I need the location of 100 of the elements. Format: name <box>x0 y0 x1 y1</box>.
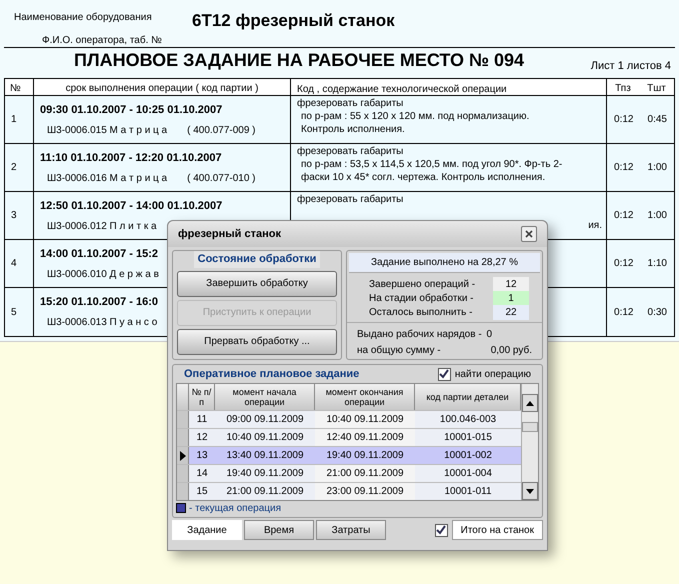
action-button[interactable]: Прервать обработку ... <box>177 328 337 354</box>
tab[interactable]: Задание <box>172 520 242 540</box>
column-header: № <box>5 79 34 95</box>
operation-period: 14:00 01.10.2007 - 15:2 <box>40 247 158 262</box>
issued-label: Выдано рабочих нарядов - <box>357 328 482 342</box>
counter-value: 12 <box>493 276 529 292</box>
row-selector[interactable] <box>177 447 189 464</box>
close-icon <box>525 230 533 238</box>
action-button[interactable]: Завершить обработку <box>177 270 337 296</box>
batch-code: ( 400.077-009 ) <box>187 124 256 138</box>
total-button[interactable]: Итого на станок <box>452 520 543 540</box>
counter-label: На стадии обработки - <box>369 292 475 306</box>
part-name: Ш3-0006.016 М а т р и ц а <box>47 172 168 186</box>
part-name: Ш3-0006.015 М а т р и ц а <box>47 124 168 138</box>
piece-time: 1:10 <box>648 257 667 271</box>
grid-row[interactable]: 14 19:40 09.11.2009 21:00 09.11.2009 10001-004 <box>177 464 521 482</box>
row-number: 3 <box>11 209 17 223</box>
grid-cell: 10:40 09.11.2009 <box>315 411 415 428</box>
group-title: Оперативное плановое задание <box>183 366 360 382</box>
tab[interactable]: Время <box>244 520 314 540</box>
tab[interactable]: Затраты <box>316 520 386 540</box>
row-number: 1 <box>11 113 17 127</box>
up-arrow-icon[interactable] <box>526 400 534 406</box>
grid-cell-text: 10001-002 <box>443 449 493 463</box>
grid-cell: 21:00 09.11.2009 <box>315 465 415 482</box>
piece-time: 0:30 <box>648 306 667 320</box>
grid-cell-text: 14 <box>195 467 209 481</box>
column-header: Тшт <box>647 82 666 95</box>
operation-text: фрезеровать габариты <box>297 145 404 158</box>
equipment-label: Наименование оборудования <box>14 11 153 25</box>
operation-text: ия. <box>588 219 602 232</box>
progress-text: Задание выполнено на 28,27 % <box>349 253 540 273</box>
down-arrow-icon[interactable] <box>526 488 534 494</box>
grid-row[interactable]: 11 09:00 09.11.2009 10:40 09.11.2009 100.046-003 <box>177 410 521 428</box>
grid-row[interactable]: 12 10:40 09.11.2009 12:40 09.11.2009 10001-015 <box>177 428 521 446</box>
grid-row[interactable]: 13 13:40 09.11.2009 19:40 09.11.2009 10001-002 <box>177 446 521 464</box>
grid-cell: 12:40 09.11.2009 <box>315 429 415 446</box>
grid-cell-text: 100.046-003 <box>438 413 498 427</box>
column-header: Код , содержание технологической операции <box>291 79 607 95</box>
grid-cell-text: 21:00 09.11.2009 <box>225 485 305 499</box>
issued-value: 0,00 руб. <box>490 344 532 358</box>
grid-cell-text: 19:40 09.11.2009 <box>325 449 405 463</box>
scrollbar[interactable] <box>521 384 538 500</box>
grid-cell-text: 10:40 09.11.2009 <box>225 431 305 445</box>
grid-cell-text: 10001-011 <box>443 485 493 499</box>
grid-cell: 23:00 09.11.2009 <box>315 483 415 500</box>
setup-time: 0:12 <box>614 257 634 271</box>
grid-cell-text: 15 <box>195 485 209 499</box>
grid-cell-text: 13:40 09.11.2009 <box>225 449 305 463</box>
column-header: Тпз <box>615 82 631 95</box>
scroll-thumb[interactable] <box>522 422 538 432</box>
setup-time: 0:12 <box>614 161 634 175</box>
window-title: фрезерный станок <box>178 226 281 242</box>
grid-cell-text: 10001-004 <box>443 467 493 481</box>
operator-label: Ф.И.О. оператора, таб. № <box>41 34 163 48</box>
row-number: 2 <box>11 161 17 175</box>
counter-value: 22 <box>493 304 529 320</box>
row-number: 5 <box>11 306 17 320</box>
piece-time: 1:00 <box>648 209 667 223</box>
operation-period: 11:10 01.10.2007 - 12:20 01.10.2007 <box>40 151 222 166</box>
operation-period: 12:50 01.10.2007 - 14:00 01.10.2007 <box>40 199 222 214</box>
column-header: срок выполнения операции ( код партии ) <box>34 79 291 95</box>
counter-value: 1 <box>493 290 529 306</box>
piece-time: 0:45 <box>648 113 667 127</box>
operation-text: по р-рам : 55 х 120 х 120 мм. под нормализацию. <box>300 110 530 123</box>
grid-cell-text: 19:40 09.11.2009 <box>225 467 305 481</box>
grid-cell-text: 13 <box>195 449 209 463</box>
row-pointer-icon <box>180 450 186 460</box>
operation-text: Контроль исполнения. <box>300 123 406 136</box>
counter-label: Завершено операций - <box>369 278 476 292</box>
grid-row[interactable]: 15 21:00 09.11.2009 23:00 09.11.2009 10001-011 <box>177 482 521 500</box>
checkbox[interactable] <box>434 524 448 536</box>
grid-cell-text: 10001-015 <box>443 431 493 445</box>
operation-period: 09:30 01.10.2007 - 10:25 01.10.2007 <box>40 103 222 118</box>
sheet-number: Лист 1 листов 4 <box>590 58 671 74</box>
setup-time: 0:12 <box>614 209 634 223</box>
row-number: 4 <box>11 257 17 271</box>
setup-time: 0:12 <box>614 113 634 127</box>
operation-period: 15:20 01.10.2007 - 16:0 <box>40 295 158 310</box>
operation-text: по р-рам : 53,5 х 114,5 х 120,5 мм. под угол 90*. Фр-ть 2- <box>300 158 564 171</box>
batch-code: ( 400.077-010 ) <box>187 172 256 186</box>
part-name: Ш3-0006.012 П л и т к а <box>47 220 157 234</box>
close-button[interactable] <box>521 226 537 242</box>
checkbox-label: найти операцию <box>454 368 531 382</box>
legend-swatch <box>176 503 186 513</box>
part-name: Ш3-0006.010 Д е р ж а в <box>47 268 159 282</box>
issued-value: 0 <box>486 328 492 342</box>
part-name: Ш3-0006.013 П у а н с о <box>47 316 158 330</box>
piece-time: 1:00 <box>648 161 667 175</box>
setup-time: 0:12 <box>614 306 634 320</box>
checkbox[interactable] <box>438 368 451 380</box>
group-title: Состояние обработки <box>194 251 320 268</box>
operation-text: фрезеровать габариты <box>297 193 404 206</box>
document-title: ПЛАНОВОЕ ЗАДАНИЕ НА РАБОЧЕЕ МЕСТО № 094 <box>74 49 524 72</box>
grid-cell-text: 11 <box>196 413 208 427</box>
grid-cell-text: 09:00 09.11.2009 <box>225 413 305 427</box>
operation-text: фаски 10 х 45* согл. чертежа. Контроль исполнения. <box>300 171 546 184</box>
grid-cell-text: 12 <box>195 431 209 445</box>
operation-text: фрезеровать габариты <box>297 97 404 110</box>
equipment-name: 6Т12 фрезерный станок <box>192 10 395 32</box>
